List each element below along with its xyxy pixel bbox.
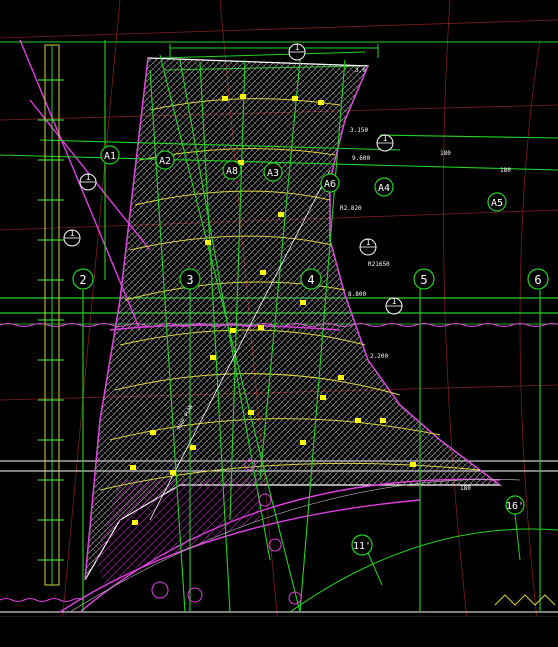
grid-bubble-col-6[interactable]: 6 bbox=[527, 268, 549, 290]
elevation-label: R21650 bbox=[368, 261, 390, 268]
grid-bubble-leader bbox=[367, 552, 383, 586]
dimension-label: 180 bbox=[500, 167, 511, 174]
detail-marker-left-b[interactable]: 1 bbox=[63, 229, 81, 247]
grid-bubble-leader bbox=[514, 513, 521, 561]
grid-bubble-col-16[interactable]: 16' bbox=[505, 495, 525, 515]
ground-pattern bbox=[494, 594, 556, 606]
grid-bubble-col-3[interactable]: 3 bbox=[179, 268, 201, 290]
grid-bubble-label: 3 bbox=[186, 273, 193, 287]
grid-bubble-row-A8[interactable]: A8 bbox=[222, 160, 242, 180]
grid-bubble-label: 11' bbox=[353, 541, 371, 552]
cad-drawing-viewport[interactable]: 2 3 4 5 6 16' 11' A1 A2 A3 A4 A5 A6 A8 1… bbox=[0, 0, 558, 647]
elevation-label: 2.200 bbox=[370, 353, 388, 360]
cad-drawing-canvas[interactable]: 2 3 4 5 6 16' 11' A1 A2 A3 A4 A5 A6 A8 1… bbox=[0, 0, 558, 646]
detail-marker-label: 1 bbox=[86, 173, 91, 182]
grid-bubble-col-11[interactable]: 11' bbox=[351, 534, 373, 556]
grid-bubble-row-A2[interactable]: A2 bbox=[155, 150, 175, 170]
detail-marker-label: 1 bbox=[383, 134, 388, 143]
grid-bubble-label: 6 bbox=[534, 273, 541, 287]
grid-bubble-label: A5 bbox=[491, 198, 503, 209]
detail-marker-label: 1 bbox=[366, 238, 371, 247]
grid-bubble-label: 16' bbox=[506, 501, 524, 512]
detail-marker-right-b[interactable]: 1 bbox=[359, 238, 377, 256]
grid-bubble-label: A4 bbox=[378, 183, 390, 194]
dimension-label: 180 bbox=[460, 485, 471, 492]
elevation-label: 8.800 bbox=[348, 291, 366, 298]
grid-bubble-row-A1[interactable]: A1 bbox=[100, 145, 120, 165]
grid-bubble-label: 2 bbox=[79, 273, 86, 287]
command-bar[interactable] bbox=[0, 616, 558, 647]
grid-bubble-row-A5[interactable]: A5 bbox=[487, 192, 507, 212]
detail-marker-right-a[interactable]: 1 bbox=[376, 134, 394, 152]
detail-marker-label: 1 bbox=[392, 297, 397, 306]
grid-bubble-label: 5 bbox=[420, 273, 427, 287]
dimension-label: 180 bbox=[440, 150, 451, 157]
grid-bubble-label: A2 bbox=[159, 156, 171, 167]
grid-bubble-row-A6[interactable]: A6 bbox=[320, 173, 340, 193]
grid-bubble-label: A8 bbox=[226, 166, 238, 177]
detail-marker-top[interactable]: 1 bbox=[288, 43, 306, 61]
grid-bubble-label: A6 bbox=[324, 179, 336, 190]
grid-bubble-col-5[interactable]: 5 bbox=[413, 268, 435, 290]
grid-bubble-label: 4 bbox=[307, 273, 314, 287]
grid-bubble-row-A4[interactable]: A4 bbox=[374, 177, 394, 197]
elevation-label: 9.600 bbox=[352, 155, 370, 162]
elevation-label: 3.150 bbox=[350, 127, 368, 134]
detail-marker-label: 1 bbox=[295, 43, 300, 52]
grid-bubble-col-2[interactable]: 2 bbox=[72, 268, 94, 290]
detail-marker-right-c[interactable]: 1 bbox=[385, 297, 403, 315]
detail-marker-label: 1 bbox=[70, 229, 75, 238]
elevation-label: R2.820 bbox=[340, 205, 362, 212]
grid-bubble-label: A1 bbox=[104, 151, 116, 162]
detail-marker-left-a[interactable]: 1 bbox=[79, 173, 97, 191]
wavy-bottom-line bbox=[0, 598, 85, 602]
grid-bubble-col-4[interactable]: 4 bbox=[300, 268, 322, 290]
grid-bubble-label: A3 bbox=[267, 168, 279, 179]
grid-bubble-row-A3[interactable]: A3 bbox=[263, 162, 283, 182]
dimension-label: 3.0 bbox=[355, 67, 366, 74]
